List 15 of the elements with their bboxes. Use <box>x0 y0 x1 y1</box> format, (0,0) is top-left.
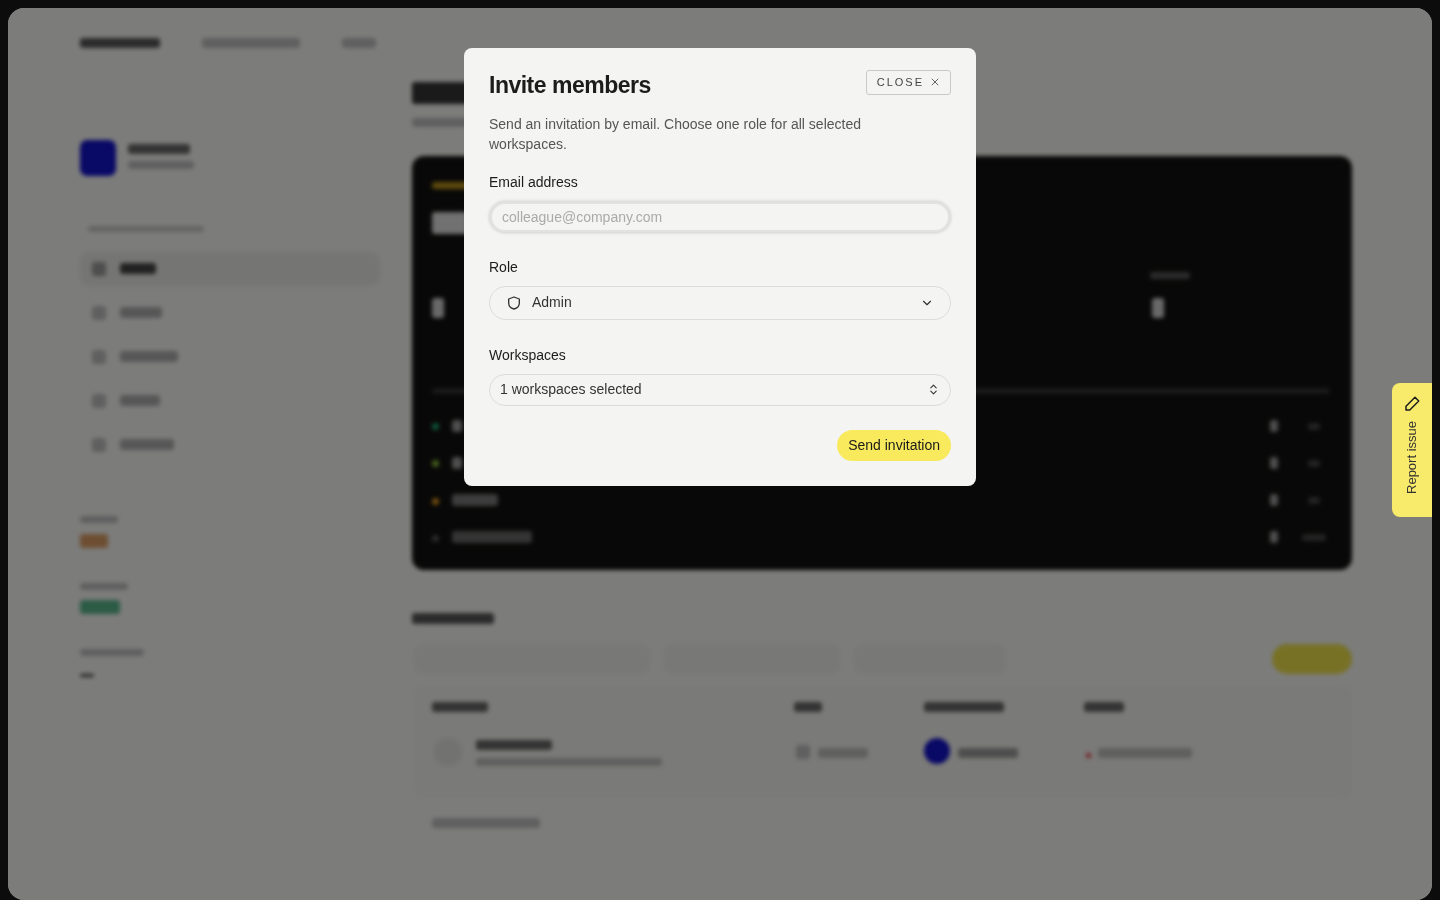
pencil-icon <box>1403 395 1421 413</box>
field-label: Workspaces <box>489 345 567 365</box>
role-select[interactable]: Admin <box>489 285 951 320</box>
send-invitation-button[interactable]: Send invitation <box>837 429 951 461</box>
close-icon <box>930 77 940 88</box>
up-down-icon <box>927 383 940 397</box>
email-field[interactable]: colleague@company.com <box>489 200 951 233</box>
report-issue-tab[interactable]: Report issue <box>1392 383 1432 517</box>
modal-title: Invite members <box>489 72 651 100</box>
shield-icon <box>506 294 522 311</box>
field-label: Role <box>489 257 519 277</box>
close-button[interactable]: CLOSE <box>865 70 951 95</box>
field-label: Email address <box>489 172 579 192</box>
modal-description: Send an invitation by email. Choose one role for all selected workspaces. <box>489 114 862 154</box>
workspaces-select[interactable]: 1 workspaces selected <box>489 373 951 406</box>
